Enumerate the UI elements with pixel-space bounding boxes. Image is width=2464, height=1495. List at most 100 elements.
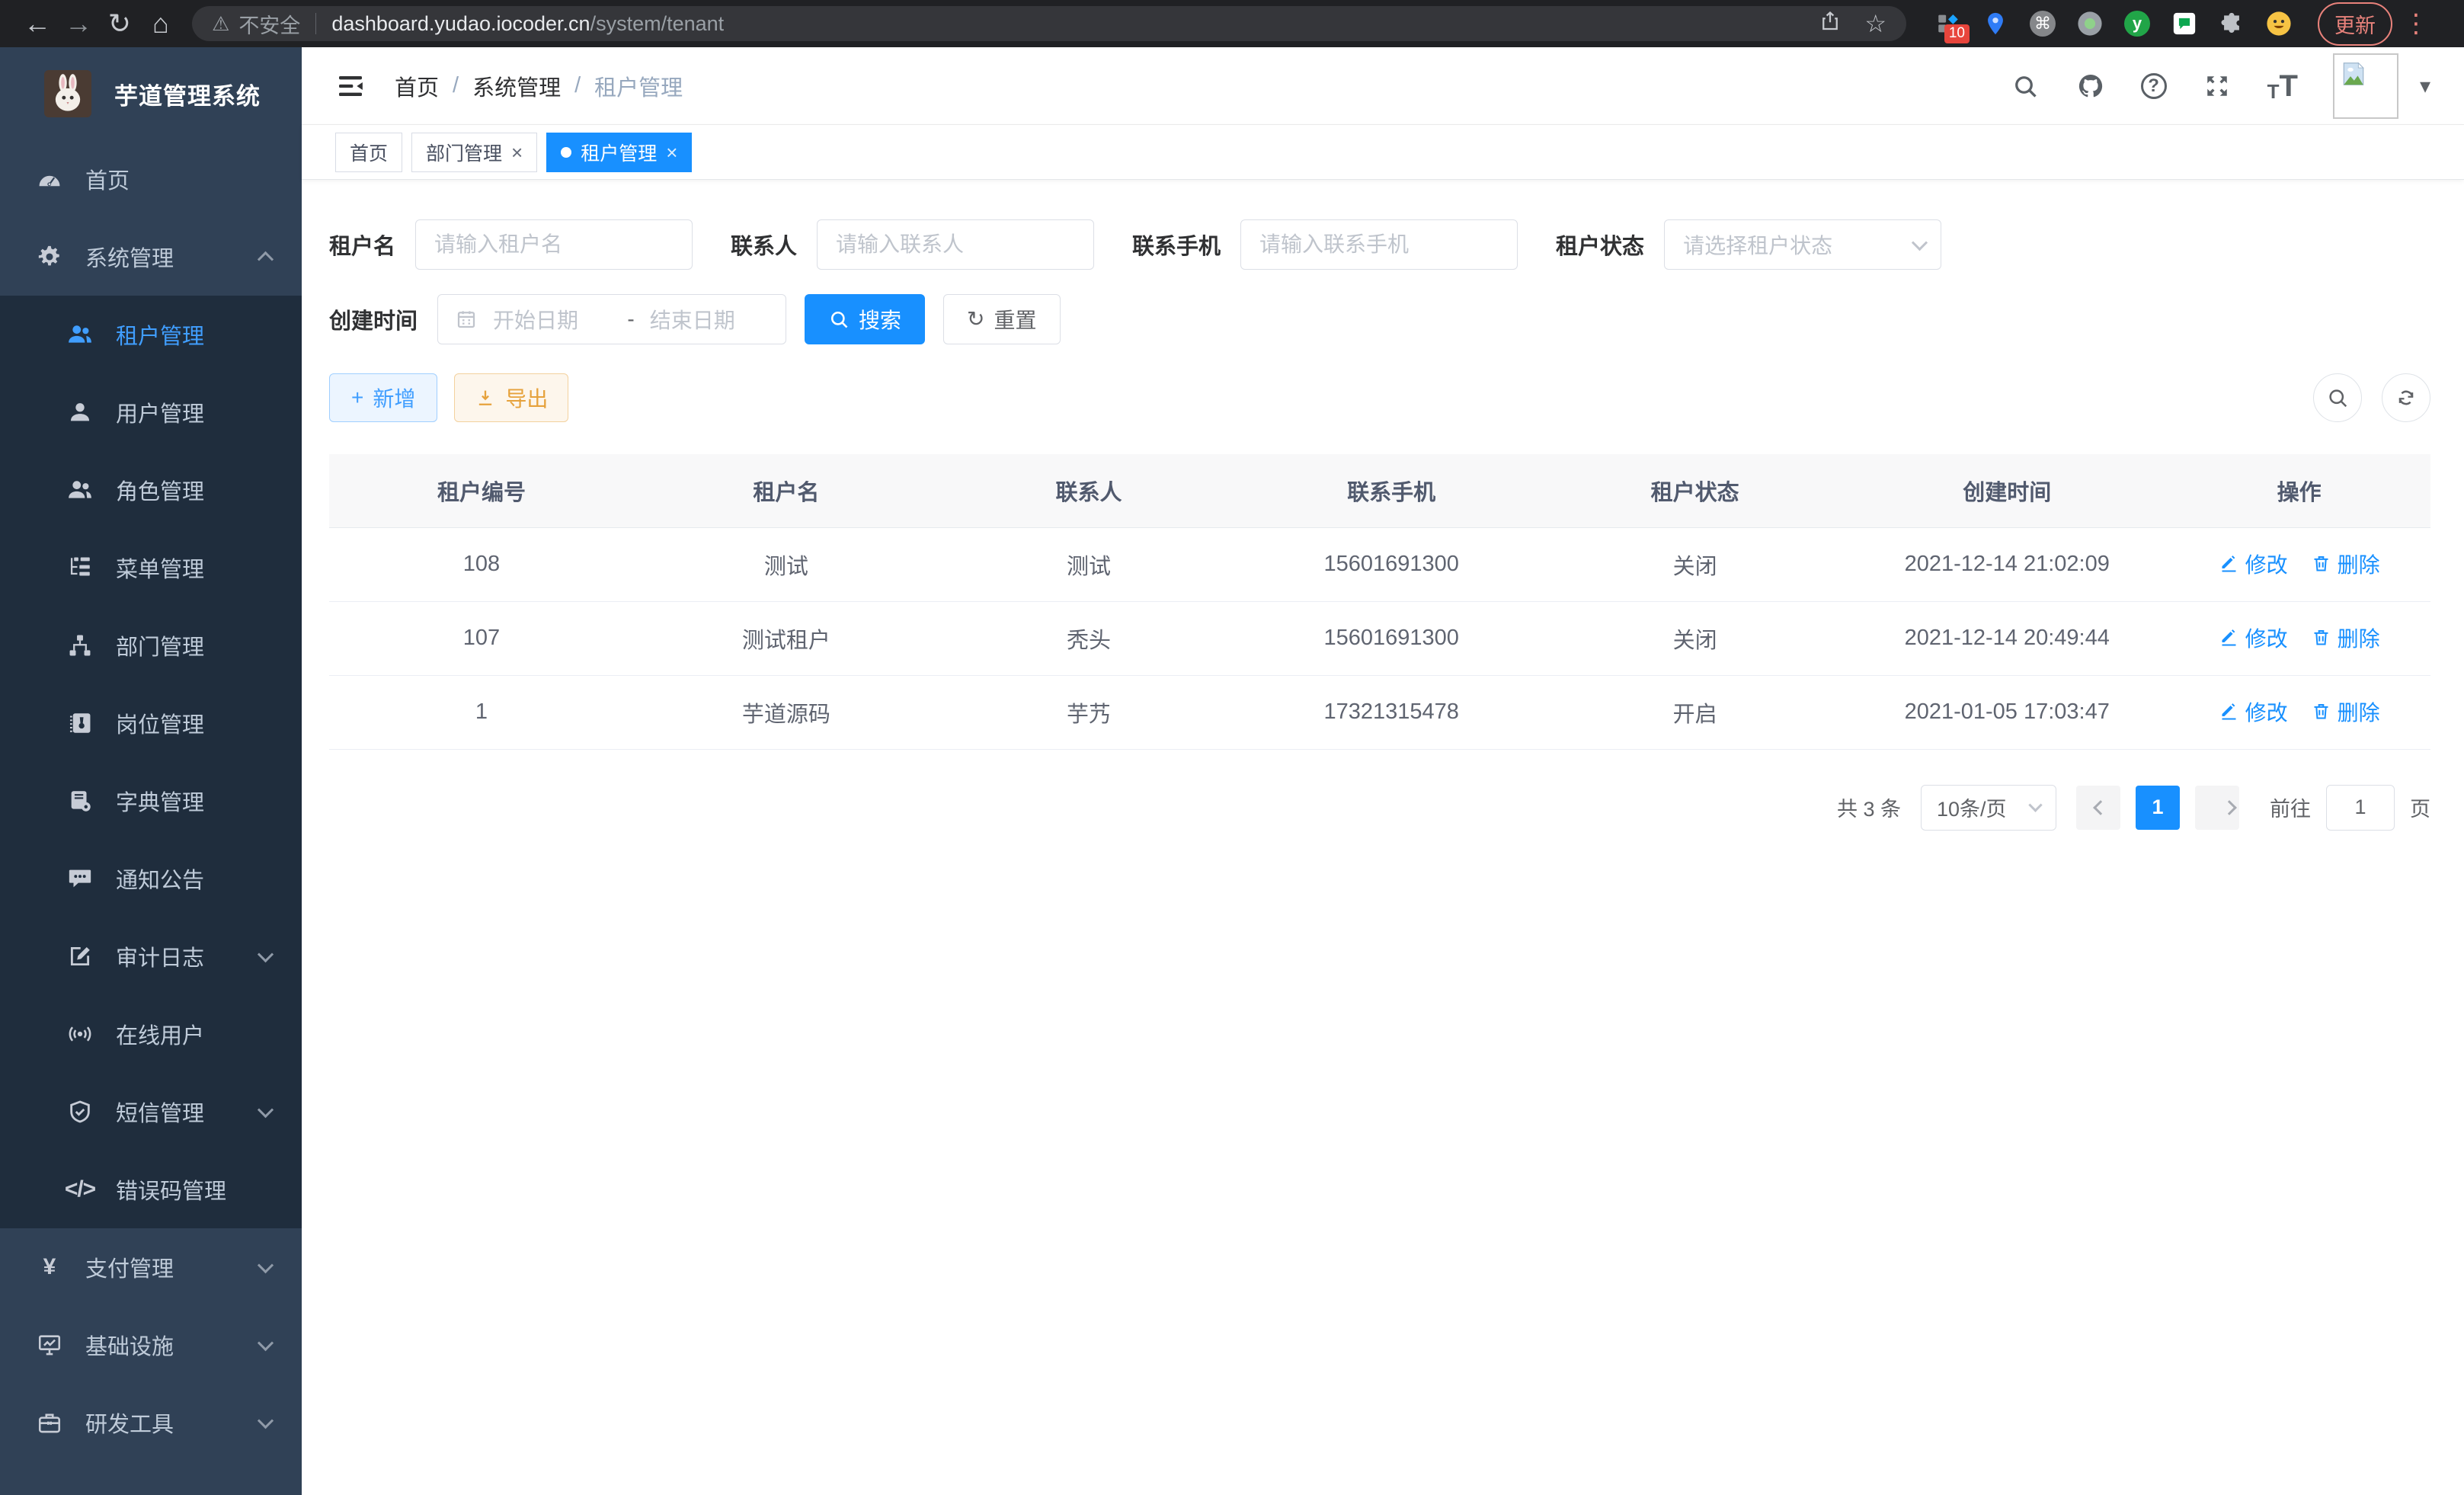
sidebar-item-dept[interactable]: 部门管理 bbox=[0, 607, 302, 684]
tag-label: 部门管理 bbox=[426, 139, 502, 166]
toggle-search-button[interactable] bbox=[2313, 373, 2362, 422]
breadcrumb-separator: / bbox=[574, 73, 581, 98]
bookmark-star-icon[interactable]: ☆ bbox=[1864, 9, 1886, 38]
cell-created: 2021-01-05 17:03:47 bbox=[1846, 675, 2168, 749]
tag-home[interactable]: 首页 bbox=[335, 133, 402, 172]
mobile-input[interactable] bbox=[1240, 219, 1518, 270]
sidebar-item-dict[interactable]: 字典管理 bbox=[0, 762, 302, 840]
chevron-up-icon bbox=[258, 251, 274, 267]
breadcrumb-separator: / bbox=[453, 73, 459, 98]
extension-y-icon[interactable]: y bbox=[2124, 11, 2150, 37]
browser-menu-icon[interactable]: ⋮ bbox=[2397, 8, 2437, 39]
header-search-icon[interactable] bbox=[2010, 71, 2040, 101]
cell-tenant-id: 1 bbox=[329, 675, 634, 749]
search-button-label: 搜索 bbox=[859, 304, 901, 335]
extension-pin-icon[interactable] bbox=[1982, 11, 2008, 37]
user-avatar[interactable] bbox=[2333, 53, 2398, 119]
extension-dot-icon[interactable] bbox=[2077, 11, 2103, 37]
browser-home-button[interactable]: ⌂ bbox=[140, 3, 181, 44]
not-secure-warning-icon: ⚠ bbox=[212, 12, 229, 36]
sidebar-item-label: 研发工具 bbox=[85, 1407, 174, 1439]
sidebar-item-error-code[interactable]: </> 错误码管理 bbox=[0, 1151, 302, 1228]
edit-link[interactable]: 修改 bbox=[2219, 549, 2288, 579]
url-path: /system/tenant bbox=[590, 12, 725, 36]
export-button[interactable]: 导出 bbox=[454, 373, 568, 422]
search-form-row-2: 创建时间 开始日期 - 结束日期 搜索 ↻ 重置 bbox=[329, 294, 2430, 344]
sidebar-item-system[interactable]: 系统管理 bbox=[0, 218, 302, 296]
sidebar-item-user[interactable]: 用户管理 bbox=[0, 373, 302, 451]
cell-created: 2021-12-14 21:02:09 bbox=[1846, 527, 2168, 601]
app-logo[interactable]: 芋道管理系统 bbox=[0, 47, 302, 140]
sidebar-collapse-icon[interactable] bbox=[335, 70, 367, 102]
breadcrumb-home[interactable]: 首页 bbox=[395, 70, 439, 102]
sidebar-item-payment[interactable]: ¥ 支付管理 bbox=[0, 1228, 302, 1306]
cell-actions: 修改 删除 bbox=[2168, 675, 2430, 749]
sidebar-item-label: 审计日志 bbox=[116, 940, 204, 972]
search-button[interactable]: 搜索 bbox=[805, 294, 925, 344]
page-size-select[interactable]: 10条/页 bbox=[1921, 785, 2056, 831]
col-contact: 联系人 bbox=[939, 454, 1239, 527]
sidebar-item-label: 部门管理 bbox=[116, 629, 204, 661]
add-button[interactable]: + 新增 bbox=[329, 373, 437, 422]
extensions-puzzle-icon[interactable] bbox=[2219, 11, 2245, 37]
profile-avatar-icon[interactable] bbox=[2266, 11, 2292, 37]
extension-grid-icon[interactable]: 10 bbox=[1935, 11, 1961, 37]
font-size-icon[interactable]: TT bbox=[2267, 71, 2298, 101]
browser-reload-button[interactable]: ↻ bbox=[99, 3, 140, 44]
tag-label: 首页 bbox=[350, 139, 388, 166]
extension-chat-icon[interactable] bbox=[2171, 11, 2197, 37]
sidebar-item-label: 字典管理 bbox=[116, 785, 204, 817]
cell-status: 关闭 bbox=[1544, 601, 1846, 675]
sidebar-item-online-users[interactable]: 在线用户 bbox=[0, 995, 302, 1073]
sidebar-item-post[interactable]: 岗位管理 bbox=[0, 684, 302, 762]
browser-back-button[interactable]: ← bbox=[17, 3, 58, 44]
dev-tools-icon bbox=[35, 1408, 64, 1437]
extension-command-icon[interactable]: ⌘ bbox=[2030, 11, 2056, 37]
edit-link[interactable]: 修改 bbox=[2219, 696, 2288, 727]
goto-page-input[interactable] bbox=[2326, 785, 2395, 831]
sidebar-item-sms[interactable]: 短信管理 bbox=[0, 1073, 302, 1151]
calendar-icon bbox=[455, 308, 478, 331]
edit-link[interactable]: 修改 bbox=[2219, 623, 2288, 653]
sidebar-item-menu[interactable]: 菜单管理 bbox=[0, 529, 302, 607]
breadcrumb-system[interactable]: 系统管理 bbox=[472, 70, 561, 102]
tenant-name-input[interactable] bbox=[415, 219, 693, 270]
delete-link[interactable]: 删除 bbox=[2311, 696, 2380, 727]
chevron-down-icon bbox=[258, 1335, 274, 1351]
sidebar-item-infrastructure[interactable]: 基础设施 bbox=[0, 1306, 302, 1384]
sidebar-item-role[interactable]: 角色管理 bbox=[0, 451, 302, 529]
refresh-table-button[interactable] bbox=[2382, 373, 2430, 422]
sidebar-item-home[interactable]: 首页 bbox=[0, 140, 302, 218]
chevron-down-icon bbox=[1912, 235, 1928, 251]
status-select[interactable]: 请选择租户状态 bbox=[1664, 219, 1941, 270]
sidebar-item-audit-log[interactable]: 审计日志 bbox=[0, 917, 302, 995]
contact-input[interactable] bbox=[817, 219, 1094, 270]
avatar-caret-icon[interactable]: ▾ bbox=[2420, 73, 2430, 98]
col-tenant-id: 租户编号 bbox=[329, 454, 634, 527]
prev-page-button[interactable] bbox=[2076, 786, 2120, 830]
delete-link[interactable]: 删除 bbox=[2311, 549, 2380, 579]
share-icon[interactable] bbox=[1819, 10, 1842, 38]
help-icon[interactable]: ? bbox=[2141, 73, 2167, 99]
tag-dept[interactable]: 部门管理 × bbox=[411, 133, 537, 172]
reset-button[interactable]: ↻ 重置 bbox=[943, 294, 1060, 344]
not-secure-label: 不安全 bbox=[238, 9, 300, 39]
cell-actions: 修改 删除 bbox=[2168, 527, 2430, 601]
address-bar[interactable]: ⚠ 不安全 dashboard.yudao.iocoder.cn /system… bbox=[192, 6, 1906, 41]
next-page-button[interactable] bbox=[2195, 786, 2239, 830]
sidebar-item-notice[interactable]: 通知公告 bbox=[0, 840, 302, 917]
fullscreen-icon[interactable] bbox=[2202, 71, 2232, 101]
tag-tenant-active[interactable]: 租户管理 × bbox=[546, 133, 692, 172]
tag-close-icon[interactable]: × bbox=[666, 142, 677, 162]
current-page-button[interactable]: 1 bbox=[2136, 786, 2180, 830]
sidebar-item-dev-tools[interactable]: 研发工具 bbox=[0, 1384, 302, 1461]
chrome-update-button[interactable]: 更新 bbox=[2318, 2, 2392, 46]
sidebar-item-tenant[interactable]: 租户管理 bbox=[0, 296, 302, 373]
github-icon[interactable] bbox=[2075, 71, 2106, 101]
date-range-picker[interactable]: 开始日期 - 结束日期 bbox=[437, 294, 786, 344]
chevron-down-icon bbox=[258, 1102, 274, 1118]
browser-forward-button[interactable]: → bbox=[58, 3, 99, 44]
tag-close-icon[interactable]: × bbox=[511, 142, 523, 162]
delete-link[interactable]: 删除 bbox=[2311, 623, 2380, 653]
chevron-down-icon bbox=[258, 1257, 274, 1273]
